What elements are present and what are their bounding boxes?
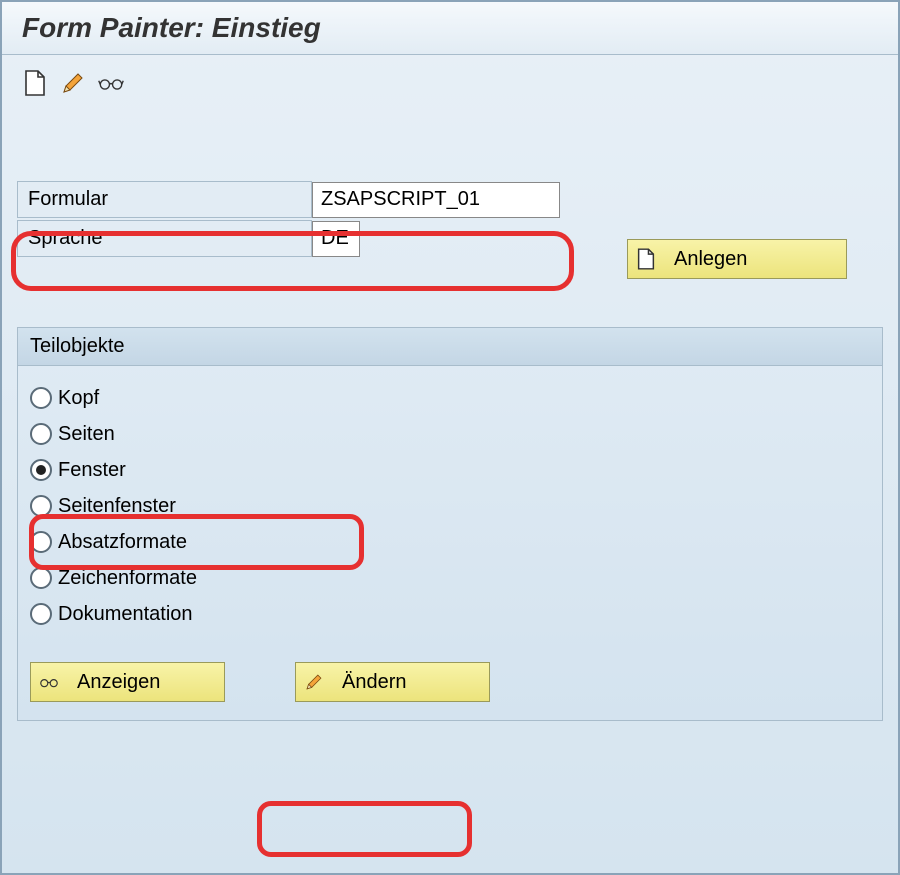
form-field-row: Formular bbox=[17, 181, 883, 218]
radio-label: Kopf bbox=[58, 384, 99, 412]
radio-icon bbox=[30, 603, 52, 625]
annotation-highlight bbox=[257, 801, 472, 857]
anzeigen-button[interactable]: Anzeigen bbox=[30, 662, 225, 702]
radio-dokumentation[interactable]: Dokumentation bbox=[30, 600, 870, 628]
radio-icon bbox=[30, 531, 52, 553]
page-title: Form Painter: Einstieg bbox=[22, 12, 321, 43]
bottom-button-row: Anzeigen Ändern bbox=[18, 662, 882, 702]
radio-icon bbox=[30, 459, 52, 481]
aendern-button[interactable]: Ändern bbox=[295, 662, 490, 702]
teilobjekte-groupbox: Teilobjekte Kopf Seiten Fenster Seitenfe… bbox=[17, 327, 883, 721]
radio-icon bbox=[30, 423, 52, 445]
glasses-icon bbox=[39, 674, 59, 690]
radio-label: Seiten bbox=[58, 420, 115, 448]
pencil-icon[interactable] bbox=[60, 70, 86, 96]
document-blank-icon bbox=[636, 248, 656, 270]
radio-group: Kopf Seiten Fenster Seitenfenster Absatz… bbox=[18, 366, 882, 662]
radio-seitenfenster[interactable]: Seitenfenster bbox=[30, 492, 870, 520]
pencil-icon bbox=[304, 672, 324, 692]
radio-seiten[interactable]: Seiten bbox=[30, 420, 870, 448]
anzeigen-label: Anzeigen bbox=[77, 671, 160, 694]
radio-absatzformate[interactable]: Absatzformate bbox=[30, 528, 870, 556]
radio-label: Seitenfenster bbox=[58, 492, 176, 520]
aendern-label: Ändern bbox=[342, 671, 407, 694]
radio-label: Absatzformate bbox=[58, 528, 187, 556]
radio-label: Dokumentation bbox=[58, 600, 193, 628]
radio-label: Fenster bbox=[58, 456, 126, 484]
form-label: Formular bbox=[17, 181, 312, 218]
titlebar: Form Painter: Einstieg bbox=[2, 2, 898, 55]
radio-icon bbox=[30, 567, 52, 589]
content-area: Formular Sprache Anlegen Teilobjekte bbox=[2, 111, 898, 736]
glasses-icon[interactable] bbox=[98, 70, 124, 96]
radio-kopf[interactable]: Kopf bbox=[30, 384, 870, 412]
lang-label: Sprache bbox=[17, 220, 312, 257]
form-input[interactable] bbox=[312, 182, 560, 218]
anlegen-label: Anlegen bbox=[674, 248, 747, 271]
radio-icon bbox=[30, 495, 52, 517]
radio-icon bbox=[30, 387, 52, 409]
radio-label: Zeichenformate bbox=[58, 564, 197, 592]
toolbar bbox=[2, 55, 898, 111]
radio-zeichenformate[interactable]: Zeichenformate bbox=[30, 564, 870, 592]
lang-input[interactable] bbox=[312, 221, 360, 257]
document-blank-icon[interactable] bbox=[22, 70, 48, 96]
radio-fenster[interactable]: Fenster bbox=[30, 456, 870, 484]
groupbox-title: Teilobjekte bbox=[18, 328, 882, 366]
app-window: Form Painter: Einstieg bbox=[0, 0, 900, 875]
anlegen-button[interactable]: Anlegen bbox=[627, 239, 847, 279]
